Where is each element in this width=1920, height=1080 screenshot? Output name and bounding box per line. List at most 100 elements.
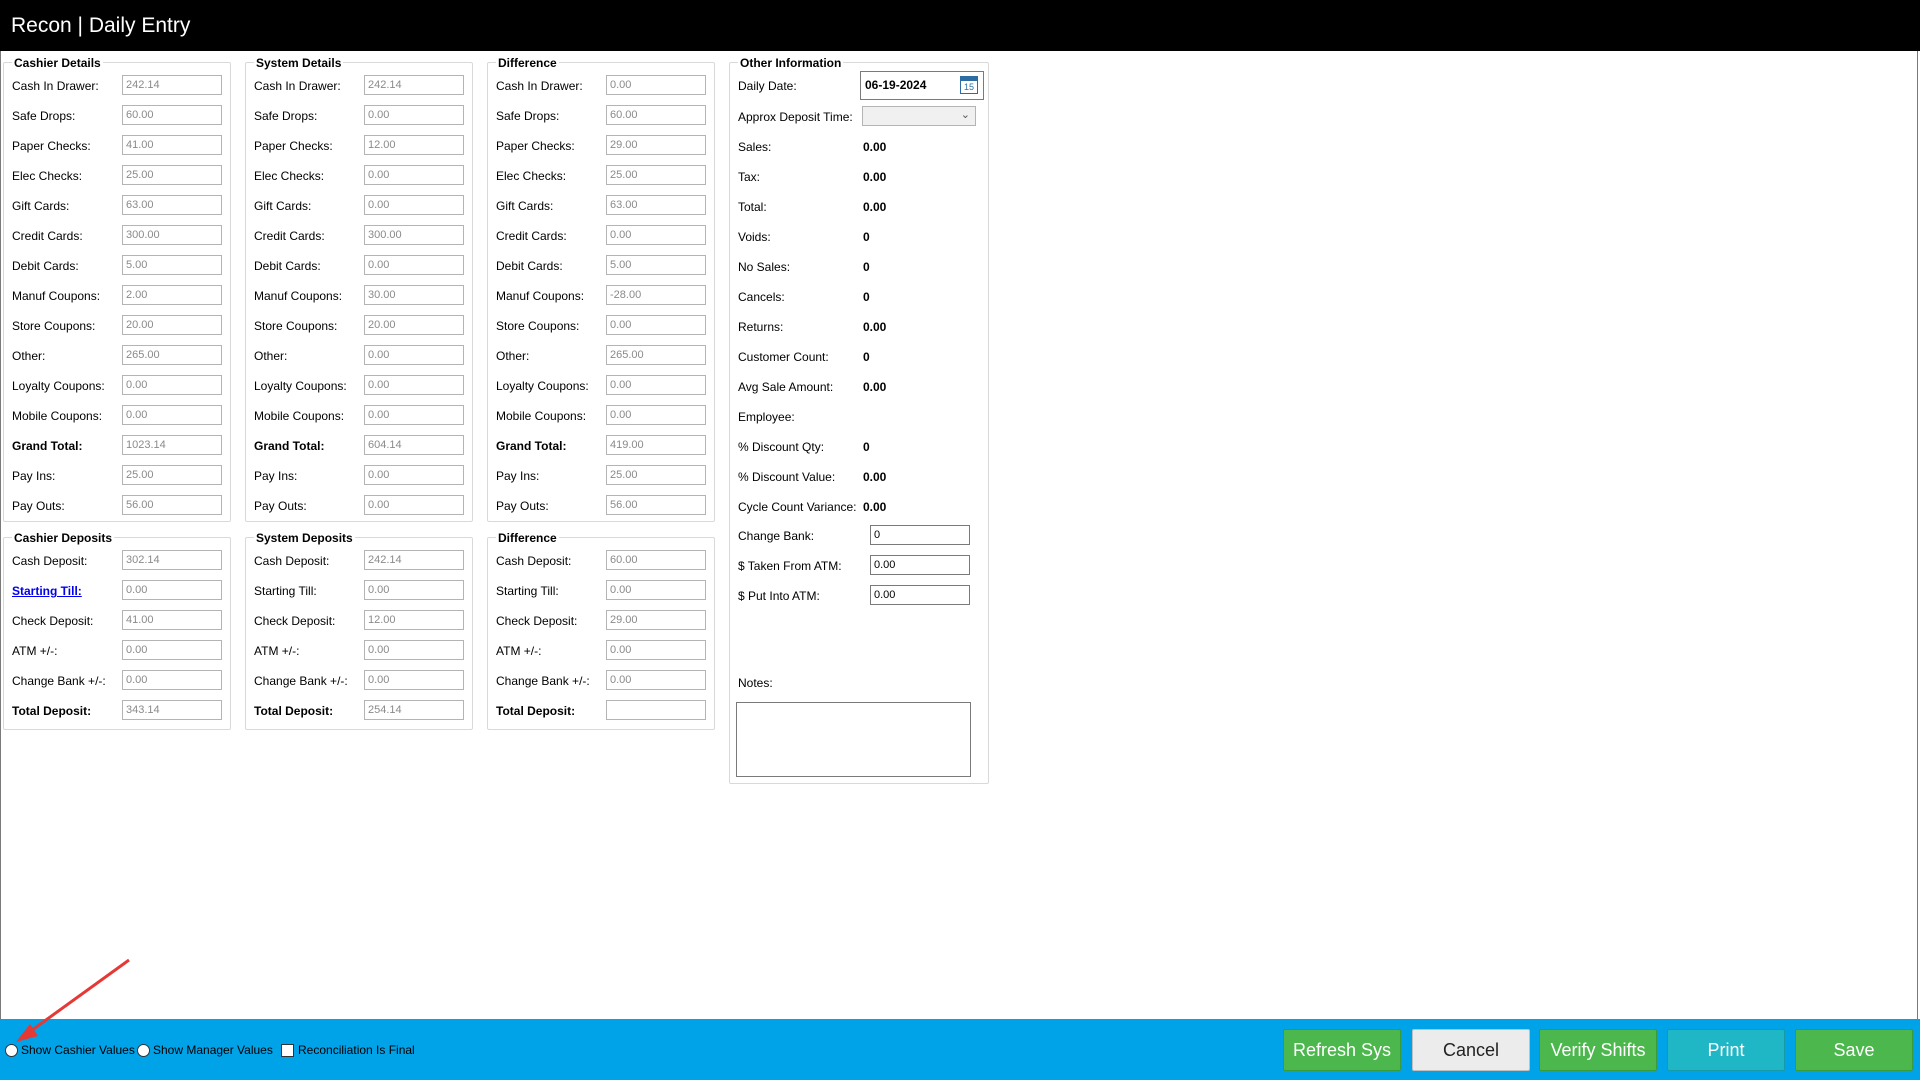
- value-field[interactable]: 0.00: [606, 580, 706, 600]
- value-field[interactable]: 29.00: [606, 610, 706, 630]
- value-field[interactable]: 0.00: [122, 580, 222, 600]
- value-field[interactable]: 242.14: [122, 75, 222, 95]
- form-row: Elec Checks: 25.00: [4, 165, 230, 189]
- input-field[interactable]: 0.00: [870, 585, 970, 605]
- value-field[interactable]: 0.00: [122, 670, 222, 690]
- value-field[interactable]: 300.00: [364, 225, 464, 245]
- reconciliation-final-option[interactable]: Reconciliation Is Final: [281, 1041, 415, 1059]
- calendar-icon[interactable]: 15: [960, 76, 978, 94]
- value-field[interactable]: 29.00: [606, 135, 706, 155]
- value-field[interactable]: 41.00: [122, 610, 222, 630]
- checkbox-icon[interactable]: [281, 1044, 294, 1057]
- value-field[interactable]: 0.00: [122, 375, 222, 395]
- value-field[interactable]: 5.00: [122, 255, 222, 275]
- show-manager-values-option[interactable]: Show Manager Values: [137, 1041, 273, 1059]
- value-field[interactable]: 242.14: [364, 550, 464, 570]
- value-field[interactable]: 63.00: [122, 195, 222, 215]
- value-field[interactable]: 20.00: [122, 315, 222, 335]
- value-field[interactable]: 0.00: [364, 195, 464, 215]
- value-field[interactable]: 12.00: [364, 610, 464, 630]
- value-field[interactable]: 0.00: [364, 465, 464, 485]
- notes-textarea[interactable]: [736, 702, 971, 777]
- value-field[interactable]: 0.00: [364, 405, 464, 425]
- value-field[interactable]: 0.00: [364, 670, 464, 690]
- value-field[interactable]: 1023.14: [122, 435, 222, 455]
- value-field[interactable]: 0.00: [364, 640, 464, 660]
- value-field[interactable]: 0.00: [364, 495, 464, 515]
- value-field[interactable]: 25.00: [122, 465, 222, 485]
- value-field[interactable]: 60.00: [606, 105, 706, 125]
- value-field[interactable]: 30.00: [364, 285, 464, 305]
- show-manager-values-label: Show Manager Values: [153, 1043, 273, 1057]
- value-field[interactable]: 5.00: [606, 255, 706, 275]
- value-field[interactable]: 60.00: [122, 105, 222, 125]
- value-field[interactable]: 56.00: [606, 495, 706, 515]
- stat-value: 0: [863, 350, 870, 364]
- value-field[interactable]: 343.14: [122, 700, 222, 720]
- value-field[interactable]: 0.00: [364, 345, 464, 365]
- value-field[interactable]: 0.00: [606, 375, 706, 395]
- value-field[interactable]: 0.00: [122, 405, 222, 425]
- value-field[interactable]: 41.00: [122, 135, 222, 155]
- form-row: Check Deposit: 41.00: [4, 610, 230, 634]
- value-field[interactable]: 0.00: [364, 580, 464, 600]
- field-label: Loyalty Coupons:: [254, 379, 347, 393]
- verify-shifts-button[interactable]: Verify Shifts: [1539, 1029, 1657, 1071]
- print-button[interactable]: Print: [1667, 1029, 1785, 1071]
- value-field[interactable]: 242.14: [364, 75, 464, 95]
- form-row: Change Bank +/-: 0.00: [4, 670, 230, 694]
- value-field[interactable]: 254.14: [364, 700, 464, 720]
- value-field[interactable]: 0.00: [364, 165, 464, 185]
- input-field[interactable]: 0.00: [870, 555, 970, 575]
- value-field[interactable]: 0.00: [606, 640, 706, 660]
- field-label: Cash Deposit:: [254, 554, 330, 568]
- form-row: Elec Checks: 25.00: [488, 165, 714, 189]
- value-field[interactable]: 604.14: [364, 435, 464, 455]
- value-field[interactable]: 56.00: [122, 495, 222, 515]
- field-label: Elec Checks:: [254, 169, 325, 183]
- form-row: Store Coupons: 20.00: [246, 315, 472, 339]
- save-button[interactable]: Save: [1795, 1029, 1913, 1071]
- daily-date-row: Daily Date: 06-19-2024 15: [730, 71, 988, 101]
- input-field[interactable]: 0: [870, 525, 970, 545]
- field-label: Store Coupons:: [496, 319, 580, 333]
- deposit-time-select[interactable]: ⌄: [862, 106, 976, 126]
- stat-label: Cancels:: [738, 290, 785, 304]
- refresh-sys-button[interactable]: Refresh Sys: [1283, 1029, 1401, 1071]
- field-label[interactable]: Starting Till:: [12, 584, 82, 598]
- value-field[interactable]: 300.00: [122, 225, 222, 245]
- value-field[interactable]: 302.14: [122, 550, 222, 570]
- value-field[interactable]: 2.00: [122, 285, 222, 305]
- value-field[interactable]: 0.00: [606, 315, 706, 335]
- daily-date-picker[interactable]: 06-19-2024 15: [860, 71, 984, 100]
- value-field[interactable]: 25.00: [606, 465, 706, 485]
- value-field[interactable]: 0.00: [122, 640, 222, 660]
- value-field[interactable]: 0.00: [606, 75, 706, 95]
- value-field[interactable]: 265.00: [122, 345, 222, 365]
- value-field[interactable]: 12.00: [364, 135, 464, 155]
- value-field[interactable]: 0.00: [606, 670, 706, 690]
- cancel-button[interactable]: Cancel: [1412, 1029, 1530, 1071]
- value-field[interactable]: 0.00: [364, 375, 464, 395]
- show-cashier-values-label: Show Cashier Values: [21, 1043, 135, 1057]
- value-field[interactable]: -28.00: [606, 285, 706, 305]
- value-field[interactable]: [606, 700, 706, 720]
- field-label: Store Coupons:: [254, 319, 338, 333]
- value-field[interactable]: 419.00: [606, 435, 706, 455]
- value-field[interactable]: 63.00: [606, 195, 706, 215]
- value-field[interactable]: 0.00: [606, 405, 706, 425]
- value-field[interactable]: 25.00: [122, 165, 222, 185]
- difference-details-title: Difference: [496, 56, 559, 70]
- value-field[interactable]: 0.00: [606, 225, 706, 245]
- stat-label: Avg Sale Amount:: [738, 380, 834, 394]
- value-field[interactable]: 265.00: [606, 345, 706, 365]
- show-cashier-values-option[interactable]: Show Cashier Values: [5, 1041, 135, 1059]
- value-field[interactable]: 0.00: [364, 105, 464, 125]
- radio-circle-icon[interactable]: [5, 1044, 18, 1057]
- radio-circle-icon[interactable]: [137, 1044, 150, 1057]
- value-field[interactable]: 0.00: [364, 255, 464, 275]
- value-field[interactable]: 60.00: [606, 550, 706, 570]
- value-field[interactable]: 25.00: [606, 165, 706, 185]
- chevron-down-icon: ⌄: [960, 109, 970, 121]
- value-field[interactable]: 20.00: [364, 315, 464, 335]
